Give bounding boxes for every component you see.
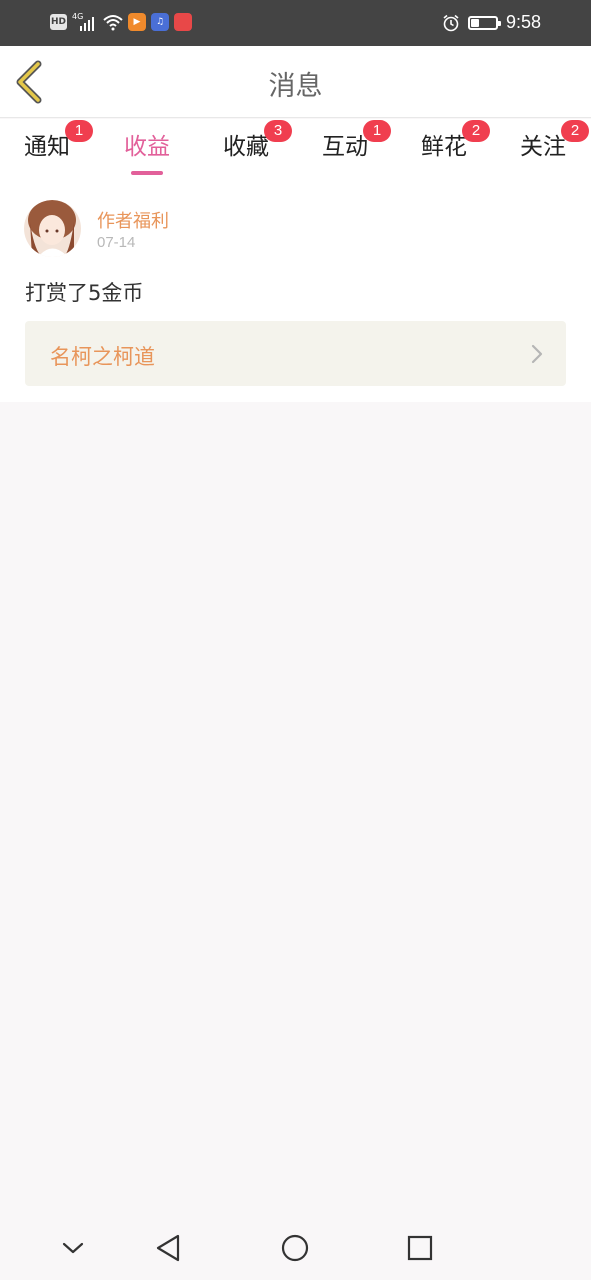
tab-favorites[interactable]: 收藏 3 [206,120,292,171]
tab-following[interactable]: 关注 2 [503,120,589,171]
tab-flowers[interactable]: 鲜花 2 [404,120,490,171]
music-app-icon: ♫ [151,13,169,31]
chevron-right-icon [531,344,543,364]
system-nav-bar [0,1216,591,1280]
battery-fill [470,18,479,27]
tab-label: 收益 [124,134,170,160]
hd-icon: HD [50,14,67,30]
tab-notice[interactable]: 通知 1 [7,120,93,171]
tab-label: 鲜花 [421,134,467,160]
tab-label: 通知 [24,134,70,160]
signal-icon: 4G [72,12,98,32]
message-card: 作者福利 07-14 打赏了5金币 名柯之柯道 [0,175,591,402]
wifi-icon [103,15,123,31]
clock: 9:58 [505,12,541,32]
status-bar: HD 4G ▶ ♫ 9:58 [0,0,591,46]
book-link[interactable]: 名柯之柯道 [25,321,566,386]
status-left: HD 4G ▶ ♫ [50,12,192,32]
app-header: 消息 [0,46,591,118]
tab-badge: 2 [462,120,490,142]
avatar-image [24,200,81,257]
message-text: 打赏了5金币 [25,281,144,305]
red-app-icon [174,13,192,31]
video-app-icon: ▶ [128,13,146,31]
message-date: 07-14 [97,234,136,251]
tab-bar: 通知 1 收益 收藏 3 互动 1 鲜花 2 关注 2 [0,119,591,175]
tab-earnings[interactable]: 收益 [107,127,187,175]
collapse-icon[interactable] [55,1230,91,1266]
book-title: 名柯之柯道 [50,345,155,369]
tab-badge: 1 [363,120,391,142]
recents-square-icon[interactable] [402,1230,438,1266]
tab-badge: 1 [65,120,93,142]
tab-label: 关注 [520,134,566,160]
avatar[interactable] [24,200,81,257]
tab-badge: 3 [264,120,292,142]
page-title: 消息 [268,71,323,102]
tab-interactions[interactable]: 互动 1 [305,120,391,171]
battery-icon [467,15,501,30]
alarm-icon [443,14,459,31]
sender-name[interactable]: 作者福利 [97,207,169,233]
tab-label: 互动 [322,134,368,160]
tab-badge: 2 [561,120,589,142]
home-circle-icon[interactable] [277,1230,313,1266]
tab-label: 收藏 [223,134,269,160]
status-right: 9:58 [442,12,541,33]
back-triangle-icon[interactable] [150,1230,186,1266]
